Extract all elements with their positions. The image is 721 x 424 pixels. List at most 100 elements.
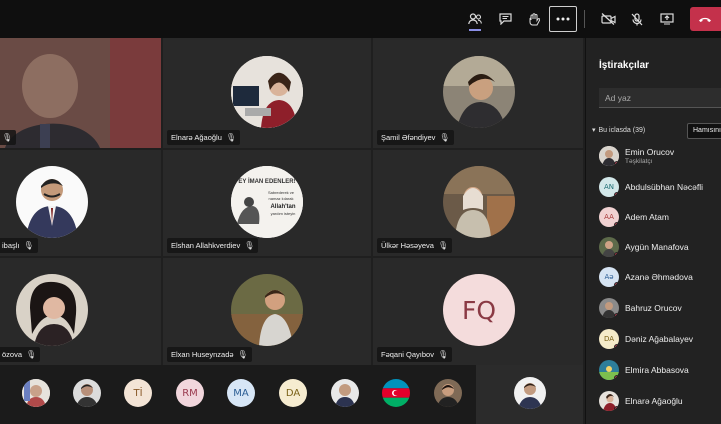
participant-role: Təşkilatçı [625,158,653,165]
mic-off-icon: 🎙︎ [439,133,450,142]
avatar [16,166,88,238]
initials-text: Aə [604,273,614,281]
participant-row[interactable]: Elmira Abbasova [599,360,721,382]
participant-avatar [599,146,619,166]
presence-dot [614,161,619,166]
poster-line: Sabrederek ve [268,190,295,195]
more-icon[interactable] [549,6,577,32]
participant-name: Adem Atam [625,212,669,222]
mic-off-icon[interactable] [623,6,651,32]
mute-all-button[interactable]: Hamısını [687,123,721,139]
mic-off-icon: 🎙︎ [23,241,34,250]
participant-name: Şamil Əfəndiyev [381,133,436,142]
participant-tile[interactable]: özova 🎙︎ [0,258,161,365]
participant-avatar-initials: Aə [599,267,619,287]
mic-off-icon: 🎙︎ [437,350,449,359]
participant-tile[interactable]: Şamil Əfəndiyev 🎙︎ [373,38,583,148]
mic-off-icon: 🎙︎ [237,350,248,359]
participant-tile[interactable]: FQ Fəqani Qayıbov 🎙︎ [373,258,583,365]
participant-name: Bahruz Orucov [625,303,682,313]
presence-dot [614,252,619,257]
initials-text: AA [604,213,614,221]
avatar [231,56,303,128]
chat-icon[interactable] [491,6,519,32]
strip-avatar[interactable] [331,379,359,407]
strip-avatar-initials[interactable]: RM [176,379,204,407]
participant-avatar [599,360,619,380]
participant-name: Elmira Abbasova [625,365,689,375]
name-tag: Ülkər Həsəyeva 🎙︎ [377,238,453,253]
avatar [16,274,88,346]
poster-line: EY İMAN EDENLER! [238,178,295,185]
participant-name: Elxan Huseynzadə [171,350,234,359]
strip-avatar[interactable] [22,379,50,407]
participant-tile[interactable]: ibaşlı 🎙︎ [0,150,161,256]
name-tag: Şamil Əfəndiyev 🎙︎ [377,130,454,145]
participant-name: Abdulsübhan Nəcəfli [625,182,703,192]
hangup-button[interactable] [690,7,721,31]
strip-avatar-initials[interactable]: Tİ [124,379,152,407]
camera-off-icon[interactable] [594,6,622,32]
poster-line: yardım isteyin [271,211,296,216]
participant-search-input[interactable]: Ad yaz [599,88,721,108]
presence-dot [614,344,619,349]
strip-avatar-initials[interactable]: MA [227,379,255,407]
name-tag: özova 🎙︎ [0,347,41,362]
participant-name: Azanə Əhmədova [625,272,693,282]
participant-avatar-initials: AA [599,207,619,227]
poster-line: namaz kılarak [269,196,294,201]
participant-tile[interactable]: Elnarə Ağaoğlu 🎙︎ [163,38,371,148]
mic-off-icon: 🎙︎ [225,133,237,142]
participant-tile[interactable]: Ülkər Həsəyeva 🎙︎ [373,150,583,256]
participant-avatar [599,237,619,257]
participant-name: Elshan Allahkverdiev [171,241,241,250]
participant-name: Emin Orucov [625,147,675,157]
name-tag: 🎙︎ [0,130,17,145]
participant-name: özova [2,350,23,359]
participant-row[interactable]: Emin Orucov Təşkilatçı [599,146,721,168]
strip-avatar[interactable] [434,379,462,407]
participant-name: Elnarə Ağaoğlu [171,133,222,142]
presence-dot [614,375,619,380]
name-tag: Elshan Allahkverdiev 🎙︎ [167,238,259,253]
phone-hangup-icon [699,17,711,22]
participant-name: ibaşlı [2,241,20,250]
presence-dot [614,282,619,287]
participant-tile[interactable]: Elxan Huseynzadə 🎙︎ [163,258,371,365]
participant-row[interactable]: Aə Azanə Əhmədova [599,267,721,289]
participant-avatar [599,298,619,318]
participant-tile[interactable]: 🎙︎ [0,38,161,148]
name-tag: Elxan Huseynzadə 🎙︎ [167,347,252,362]
avatar-initials: FQ [443,274,515,346]
name-tag: Elnarə Ağaoğlu 🎙︎ [167,130,241,145]
participant-row[interactable]: Aygün Manafova [599,237,721,259]
toolbar-divider [584,10,585,28]
avatar [231,274,303,346]
strip-avatar[interactable] [514,377,546,409]
mic-off-icon: 🎙︎ [26,350,37,359]
participant-tile[interactable]: EY İMAN EDENLER! Sabrederek ve namaz kıl… [163,150,371,256]
chevron-down-icon: ▾ [592,127,596,134]
raise-hand-icon[interactable] [520,6,548,32]
in-meeting-group-header[interactable]: ▾ Bu iclasda (39) [592,126,645,135]
avatar [443,166,515,238]
share-screen-icon[interactable] [653,6,681,32]
participant-name: Ülkər Həsəyeva [381,241,434,250]
meeting-toolbar [0,0,721,38]
strip-avatar-initials[interactable]: DA [279,379,307,407]
mic-off-icon: 🎙︎ [2,133,13,142]
participants-icon[interactable] [461,6,489,32]
participant-row[interactable]: DA Dəniz Ağabalayev [599,329,721,351]
poster-line: Allah'tan [270,204,295,210]
video-grid: 🎙︎ Elnarə Ağaoğlu 🎙︎ Şamil Əfəndiyev 🎙︎ ib… [0,38,583,365]
participant-row[interactable]: Bahruz Orucov [599,298,721,320]
strip-avatar[interactable] [73,379,101,407]
name-tag: Fəqani Qayıbov 🎙︎ [377,347,453,362]
participant-row[interactable]: Elnarə Ağaoğlu [599,391,721,413]
initials-text: AN [603,183,615,191]
participant-avatar [599,391,619,411]
participant-row[interactable]: AA Adem Atam [599,207,721,229]
participant-row[interactable]: AN Abdulsübhan Nəcəfli [599,177,721,199]
participant-name: Elnarə Ağaoğlu [625,396,683,406]
strip-avatar[interactable] [382,379,410,407]
